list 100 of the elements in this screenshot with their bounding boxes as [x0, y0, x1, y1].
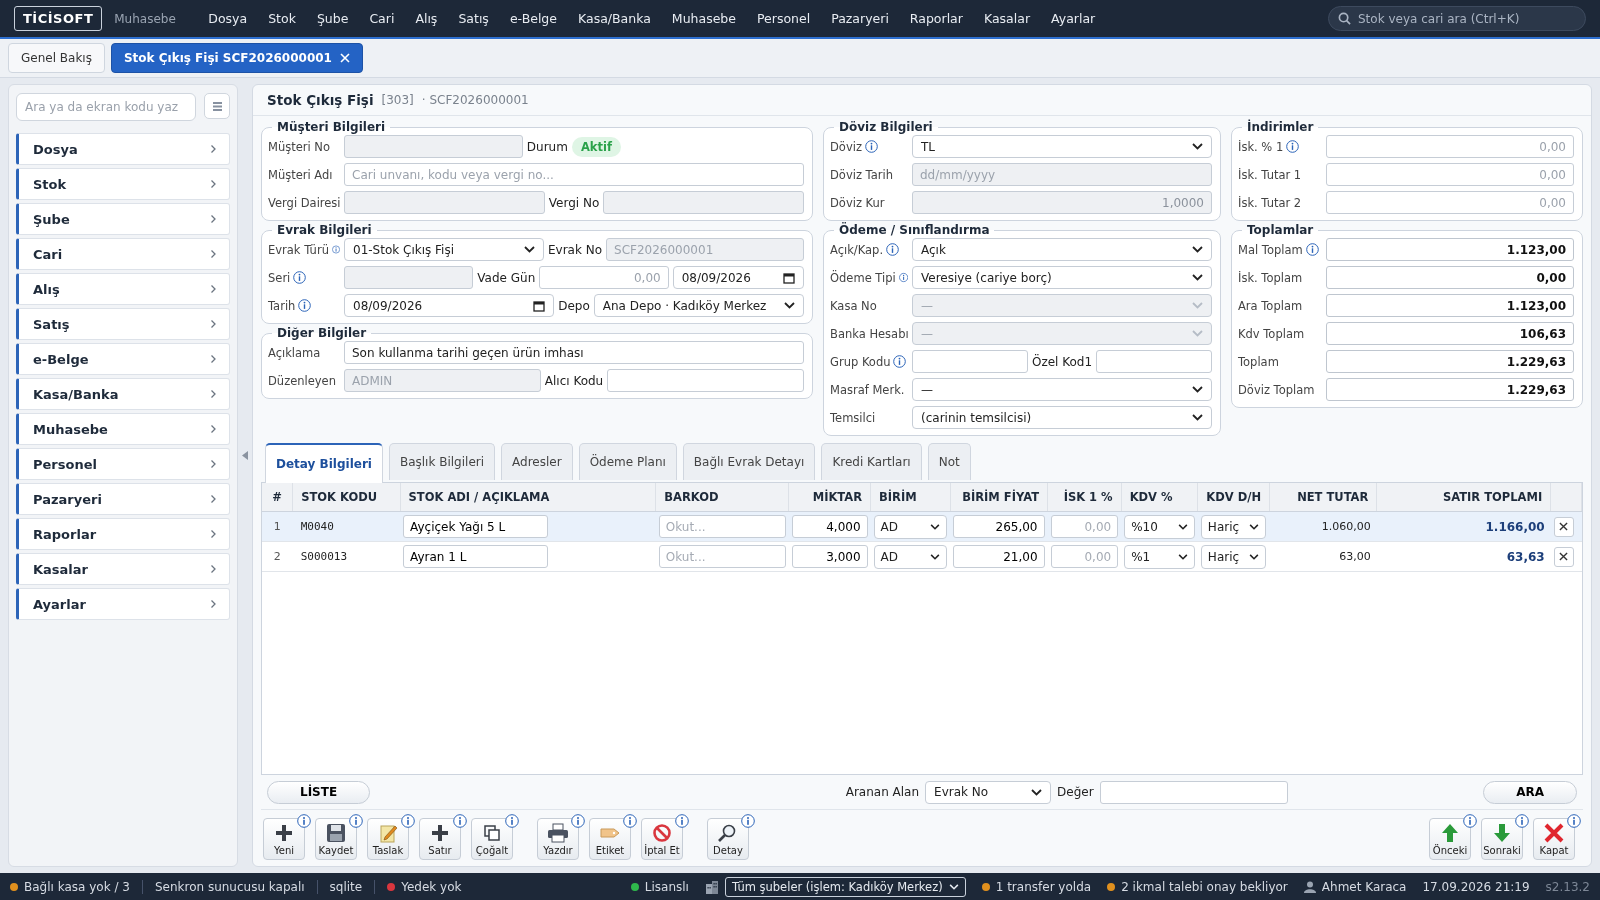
info-icon[interactable] — [1515, 814, 1529, 828]
search-value-field[interactable] — [1099, 780, 1288, 804]
number-field[interactable]: 0,00 — [1326, 163, 1574, 186]
menu-item[interactable]: Dosya — [197, 11, 258, 26]
dropdown[interactable]: Veresiye (cariye borç) — [912, 266, 1212, 289]
price-field[interactable]: 21,00 — [953, 545, 1045, 568]
sidebar-item[interactable]: Şube — [16, 203, 230, 235]
detail-tab[interactable]: Adresler — [501, 443, 573, 480]
discount-field[interactable]: 0,00 — [1050, 545, 1119, 568]
info-icon[interactable] — [349, 814, 363, 828]
info-icon[interactable] — [623, 814, 637, 828]
dropdown[interactable]: — — [912, 378, 1212, 401]
menu-item[interactable]: Kasalar — [973, 11, 1041, 26]
menu-item[interactable]: Kasa/Banka — [567, 11, 662, 26]
vat-dropdown[interactable]: %1 — [1124, 544, 1195, 569]
search-button[interactable]: ARA — [1483, 780, 1577, 804]
date-field[interactable]: 08/09/2026 — [344, 294, 555, 317]
info-icon[interactable] — [298, 299, 312, 312]
calendar-icon[interactable] — [783, 271, 795, 284]
dropdown[interactable]: Açık — [912, 238, 1212, 261]
menu-item[interactable]: Şube — [306, 11, 359, 26]
global-search-field[interactable]: Stok veya cari ara (Ctrl+K) — [1328, 6, 1586, 31]
quantity-field[interactable]: 4,000 — [791, 515, 868, 538]
menu-item[interactable]: Pazaryeri — [820, 11, 900, 26]
info-icon[interactable] — [1286, 140, 1300, 153]
page-tab[interactable]: Stok Çıkış Fişi SCF2026000001 — [110, 43, 363, 73]
detail-tab[interactable]: Kredi Kartları — [821, 443, 922, 480]
info-icon[interactable] — [571, 814, 585, 828]
page-tab[interactable]: Genel Bakış — [8, 43, 105, 73]
toolbar-button[interactable]: Taslak — [367, 818, 409, 860]
info-icon[interactable] — [1463, 814, 1477, 828]
sidebar-item[interactable]: Pazaryeri — [16, 483, 230, 515]
input-field[interactable] — [1096, 350, 1212, 373]
price-field[interactable]: 265,00 — [953, 515, 1045, 538]
info-icon[interactable] — [741, 814, 755, 828]
menu-item[interactable]: Cari — [358, 11, 405, 26]
input-field[interactable]: Son kullanma tarihi geçen ürün imhası — [344, 341, 804, 364]
total-field[interactable]: 1.229,63 — [1326, 378, 1574, 401]
list-button[interactable]: LİSTE — [267, 780, 371, 804]
vat-type-dropdown[interactable]: Hariç — [1200, 544, 1267, 569]
toolbar-button[interactable]: Kaydet — [315, 818, 357, 860]
sidebar-item[interactable]: Raporlar — [16, 518, 230, 550]
sidebar-item[interactable]: Muhasebe — [16, 413, 230, 445]
toolbar-button[interactable]: Yazdır — [537, 818, 579, 860]
sidebar-item[interactable]: e-Belge — [16, 343, 230, 375]
toolbar-button[interactable]: İptal Et — [641, 818, 683, 860]
toolbar-button[interactable]: Etiket — [589, 818, 631, 860]
close-icon[interactable] — [339, 53, 350, 63]
number-field[interactable]: 0,00 — [539, 266, 669, 289]
barcode-field[interactable]: Okut... — [658, 545, 786, 568]
info-icon[interactable] — [893, 355, 907, 368]
number-field[interactable]: 0,00 — [1326, 135, 1574, 158]
menu-item[interactable]: Stok — [257, 11, 307, 26]
menu-item[interactable]: Personel — [746, 11, 821, 26]
info-icon[interactable] — [453, 814, 467, 828]
delete-row-button[interactable] — [1553, 546, 1574, 567]
toolbar-button[interactable]: Kapat — [1533, 818, 1575, 860]
sidebar-item[interactable]: Personel — [16, 448, 230, 480]
item-name-field[interactable]: Ayran 1 L — [403, 545, 549, 568]
quantity-field[interactable]: 3,000 — [791, 545, 868, 568]
table-row[interactable]: 2 S000013 Ayran 1 L Okut... 3,000 AD 21,00 0,00 %1 Hariç 63,00 63,63 — [262, 541, 1582, 572]
sidebar-item[interactable]: Kasa/Banka — [16, 378, 230, 410]
detail-tab[interactable]: Ödeme Planı — [578, 443, 677, 480]
vat-dropdown[interactable]: %10 — [1124, 514, 1195, 539]
total-field[interactable]: 1.123,00 — [1326, 238, 1574, 261]
app-logo[interactable]: TİCİSOFT — [14, 6, 103, 31]
sidebar-item[interactable]: Alış — [16, 273, 230, 305]
info-icon[interactable] — [505, 814, 519, 828]
info-icon[interactable] — [886, 243, 900, 256]
info-icon[interactable] — [675, 814, 689, 828]
sidebar-search-field[interactable]: Ara ya da ekran kodu yaz — [16, 93, 196, 121]
info-icon[interactable] — [1305, 243, 1319, 256]
toolbar-button[interactable]: Çoğalt — [471, 818, 513, 860]
toolbar-button[interactable]: Önceki — [1429, 818, 1471, 860]
menu-item[interactable]: Alış — [404, 11, 448, 26]
number-field[interactable]: 0,00 — [1326, 191, 1574, 214]
detail-tab[interactable]: Detay Bilgileri — [265, 443, 383, 483]
menu-item[interactable]: Muhasebe — [661, 11, 747, 26]
info-icon[interactable] — [293, 271, 307, 284]
sidebar-item[interactable]: Ayarlar — [16, 588, 230, 620]
unit-dropdown[interactable]: AD — [873, 514, 948, 539]
total-field[interactable]: 1.229,63 — [1326, 350, 1574, 373]
dropdown[interactable]: TL — [912, 135, 1212, 158]
total-field[interactable]: 106,63 — [1326, 322, 1574, 345]
collapse-icon[interactable] — [242, 451, 248, 460]
info-icon[interactable] — [297, 814, 311, 828]
sidebar-item[interactable]: Satış — [16, 308, 230, 340]
dropdown[interactable]: Ana Depo · Kadıköy Merkez — [593, 294, 804, 317]
total-field[interactable]: 0,00 — [1326, 266, 1574, 289]
calendar-icon[interactable] — [533, 299, 546, 312]
info-icon[interactable] — [331, 243, 340, 256]
sidebar-item[interactable]: Stok — [16, 168, 230, 200]
info-icon[interactable] — [1567, 814, 1581, 828]
menu-item[interactable]: Ayarlar — [1040, 11, 1106, 26]
menu-item[interactable]: Raporlar — [899, 11, 974, 26]
info-icon[interactable] — [898, 271, 908, 284]
dropdown[interactable]: 01-Stok Çıkış Fişi — [344, 238, 544, 261]
info-icon[interactable] — [864, 140, 878, 153]
date-field[interactable]: 08/09/2026 — [672, 266, 804, 289]
detail-tab[interactable]: Not — [927, 443, 971, 480]
